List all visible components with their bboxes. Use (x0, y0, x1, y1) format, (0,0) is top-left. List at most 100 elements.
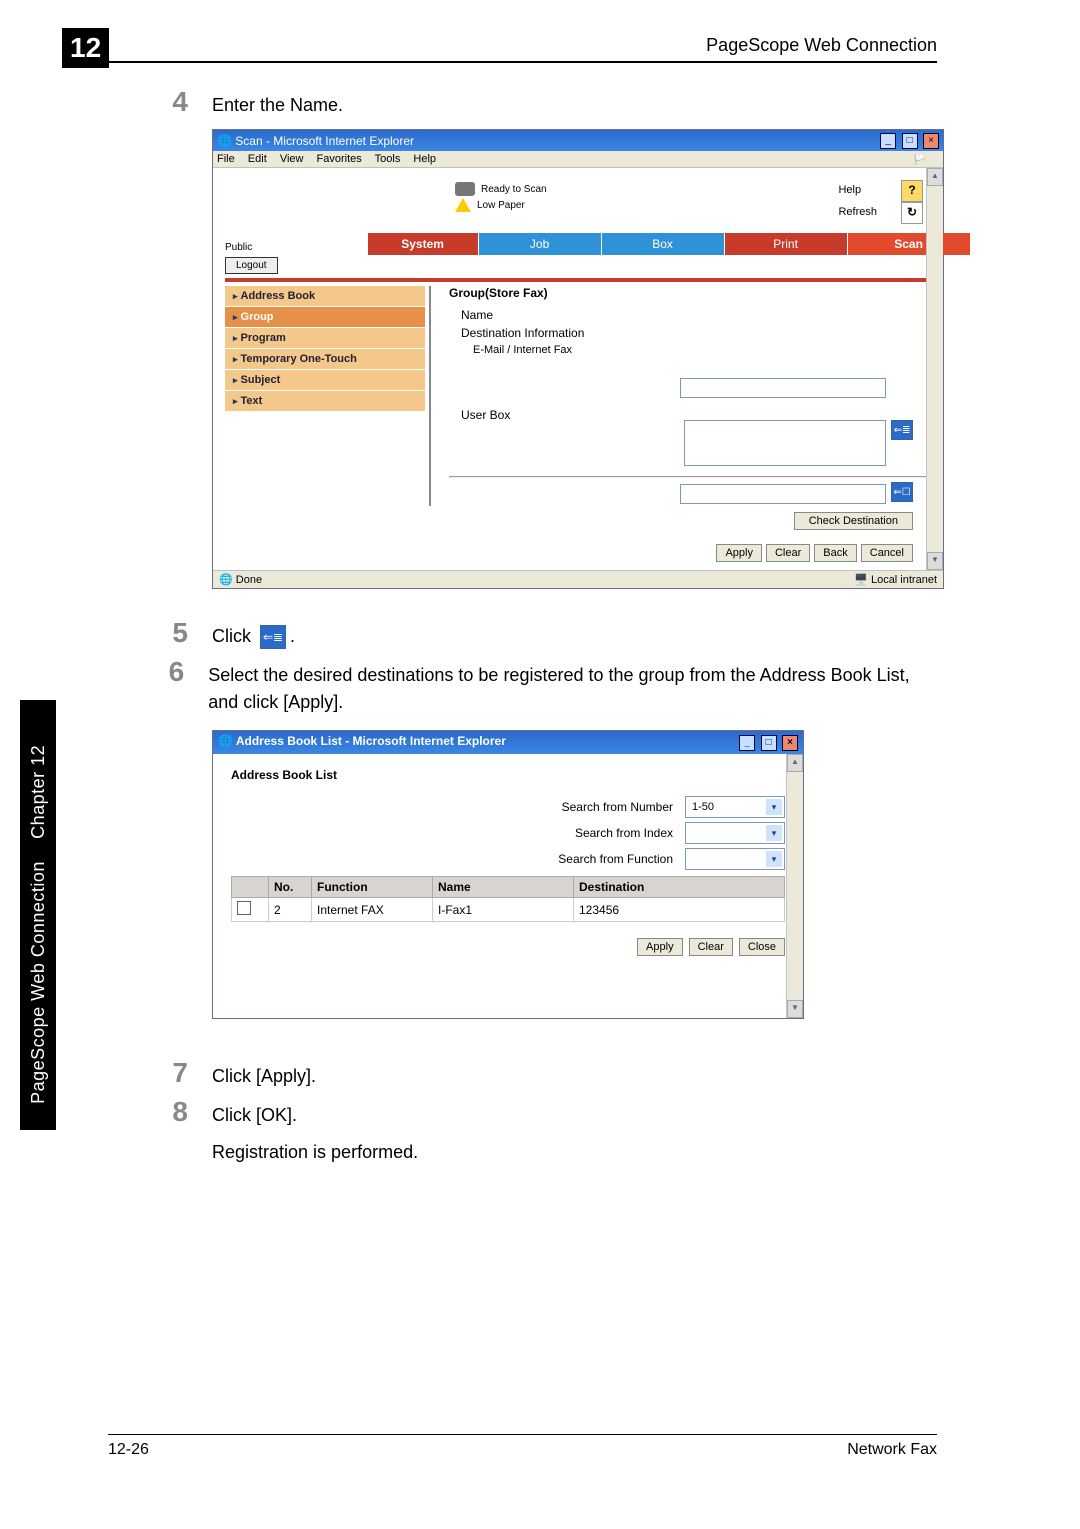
label-email-ifax: E-Mail / Internet Fax (473, 344, 931, 356)
status-lowpaper: Low Paper (477, 200, 525, 211)
warning-icon (455, 198, 471, 212)
maximize-icon[interactable]: □ (761, 735, 777, 751)
abl-close-button[interactable]: Close (739, 938, 785, 956)
abl-window-controls[interactable]: _ □ × (737, 734, 798, 751)
help-link[interactable]: Help (838, 181, 861, 201)
search-function-label: Search from Function (558, 852, 673, 866)
statusbar-done: Done (236, 574, 262, 586)
tab-job[interactable]: Job (479, 233, 602, 255)
sidebar-item-temporary[interactable]: Temporary One-Touch (225, 349, 425, 370)
menu-help[interactable]: Help (413, 153, 436, 165)
col-name: Name (433, 877, 574, 898)
scroll-up-icon[interactable]: ▲ (787, 754, 803, 772)
address-book-list-screenshot: 🌐 Address Book List - Microsoft Internet… (212, 730, 804, 1019)
menu-file[interactable]: File (217, 153, 235, 165)
col-function: Function (312, 877, 433, 898)
help-icon[interactable]: ? (901, 180, 923, 202)
scroll-down-icon[interactable]: ▼ (927, 552, 943, 570)
tab-scan[interactable]: Scan (848, 233, 971, 255)
abl-window-title: Address Book List - Microsoft Internet E… (236, 734, 506, 748)
col-no: No. (269, 877, 312, 898)
userbox-input[interactable] (680, 484, 886, 504)
dest-listbox[interactable] (684, 420, 886, 466)
search-function-select[interactable]: ▾ (685, 848, 785, 870)
step-number-5: 5 (160, 619, 188, 647)
scan-window-screenshot: 🌐 Scan - Microsoft Internet Explorer _ □… (212, 129, 944, 589)
step-4-text: Enter the Name. (212, 88, 343, 119)
logout-button[interactable]: Logout (225, 257, 278, 274)
step-8-text-2: Registration is performed. (212, 1139, 418, 1166)
scroll-up-icon[interactable]: ▲ (927, 168, 943, 186)
cell-name: I-Fax1 (433, 898, 574, 922)
tab-print[interactable]: Print (725, 233, 848, 255)
window-title: Scan - Microsoft Internet Explorer (235, 134, 414, 148)
search-index-select[interactable]: ▾ (685, 822, 785, 844)
maximize-icon[interactable]: □ (902, 133, 918, 149)
add-userbox-icon[interactable]: ⇐☐ (891, 482, 913, 502)
chevron-down-icon: ▾ (766, 825, 782, 841)
scrollbar[interactable]: ▲ ▼ (926, 168, 943, 570)
sidebar-item-subject[interactable]: Subject (225, 370, 425, 391)
abl-title: Address Book List (231, 768, 785, 782)
menu-favorites[interactable]: Favorites (317, 153, 362, 165)
close-icon[interactable]: × (923, 133, 939, 149)
chevron-down-icon: ▾ (766, 851, 782, 867)
step-5-text: Click ⇐≣. (212, 619, 295, 650)
menu-tools[interactable]: Tools (375, 153, 401, 165)
step-6-text: Select the desired destinations to be re… (208, 658, 937, 716)
search-number-label: Search from Number (562, 800, 673, 814)
add-dest-inline-icon: ⇐≣ (260, 625, 286, 649)
statusbar-zone: Local intranet (871, 574, 937, 586)
page-title: PageScope Web Connection (706, 35, 937, 56)
step-8-text: Click [OK]. (212, 1102, 418, 1129)
minimize-icon[interactable]: _ (739, 735, 755, 751)
search-index-label: Search from Index (575, 826, 673, 840)
chevron-down-icon: ▾ (766, 799, 782, 815)
window-controls[interactable]: _ □ × (878, 132, 939, 149)
step-number-7: 7 (160, 1059, 188, 1087)
cell-function: Internet FAX (312, 898, 433, 922)
add-dest-icon[interactable]: ⇐≣ (891, 420, 913, 440)
refresh-link[interactable]: Refresh (838, 203, 877, 223)
menu-edit[interactable]: Edit (248, 153, 267, 165)
back-button[interactable]: Back (814, 544, 856, 562)
tab-box[interactable]: Box (602, 233, 725, 255)
minimize-icon[interactable]: _ (880, 133, 896, 149)
step-7-text: Click [Apply]. (212, 1059, 316, 1090)
status-ready: Ready to Scan (481, 184, 547, 195)
sidebar-item-text[interactable]: Text (225, 391, 425, 412)
sidebar-item-program[interactable]: Program (225, 328, 425, 349)
row-checkbox[interactable] (237, 901, 251, 915)
search-number-select[interactable]: 1-50▾ (685, 796, 785, 818)
accent-bar (225, 278, 931, 282)
step-number-4: 4 (160, 88, 188, 116)
sidebar-item-group[interactable]: Group (225, 307, 425, 328)
side-tab-chapter: Chapter 12 (28, 745, 48, 839)
scroll-down-icon[interactable]: ▼ (787, 1000, 803, 1018)
check-destination-button[interactable]: Check Destination (794, 512, 913, 530)
abl-scrollbar[interactable]: ▲ ▼ (786, 754, 803, 1018)
name-input[interactable] (680, 378, 886, 398)
footer-product: Network Fax (847, 1441, 937, 1459)
step-number-6: 6 (160, 658, 184, 686)
label-dest-info: Destination Information (461, 326, 931, 340)
abl-apply-button[interactable]: Apply (637, 938, 683, 956)
panel-title: Group(Store Fax) (449, 286, 931, 300)
refresh-icon[interactable]: ↻ (901, 202, 923, 224)
scanner-icon (455, 182, 475, 196)
cancel-button[interactable]: Cancel (861, 544, 913, 562)
address-book-table: No. Function Name Destination 2 Internet… (231, 876, 785, 922)
sidebar-item-addressbook[interactable]: Address Book (225, 286, 425, 307)
tab-system[interactable]: System (368, 233, 479, 255)
close-icon[interactable]: × (782, 735, 798, 751)
ie-menubar[interactable]: File Edit View Favorites Tools Help 🏳️ (213, 151, 943, 168)
side-chapter-tab: PageScope Web Connection Chapter 12 (20, 700, 56, 1130)
cell-dest: 123456 (574, 898, 785, 922)
menu-view[interactable]: View (280, 153, 304, 165)
footer-page: 12-26 (108, 1441, 149, 1459)
table-row[interactable]: 2 Internet FAX I-Fax1 123456 (232, 898, 785, 922)
apply-button[interactable]: Apply (716, 544, 762, 562)
clear-button[interactable]: Clear (766, 544, 810, 562)
ie-logo-icon: 🏳️ (913, 153, 927, 166)
abl-clear-button[interactable]: Clear (689, 938, 733, 956)
